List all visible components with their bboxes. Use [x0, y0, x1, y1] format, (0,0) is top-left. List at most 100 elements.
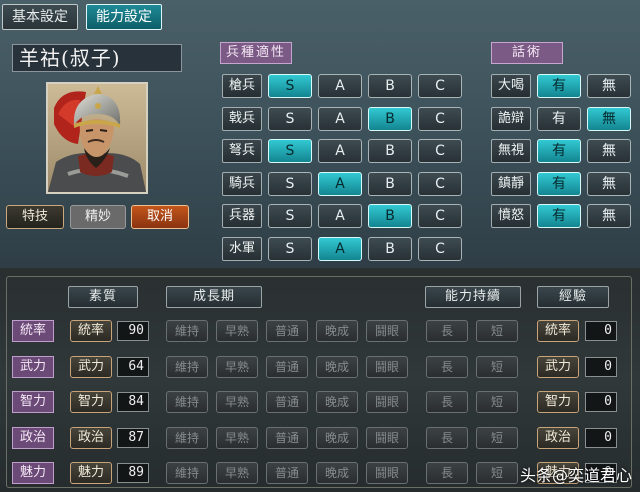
troop-0-grade-s[interactable]: S: [268, 74, 312, 98]
troop-5-grade-s[interactable]: S: [268, 236, 312, 261]
officer-portrait-image: [48, 84, 146, 192]
troop-1-grade-a[interactable]: A: [318, 106, 362, 131]
exp-button-1[interactable]: 武力: [537, 355, 579, 378]
troop-0-grade-c[interactable]: C: [418, 74, 462, 98]
troop-3-grade-c[interactable]: C: [418, 171, 462, 196]
stat-value-4[interactable]: 89: [117, 463, 149, 483]
cancel-button[interactable]: 取消: [131, 205, 189, 229]
stat-button-0[interactable]: 統率: [70, 320, 112, 342]
persist-4-1[interactable]: 短: [476, 462, 518, 484]
speech-2-yes[interactable]: 有: [537, 139, 581, 163]
troop-3-grade-a[interactable]: A: [318, 171, 362, 196]
persist-0-0[interactable]: 長: [426, 320, 468, 342]
speech-3-no[interactable]: 無: [587, 171, 631, 196]
troop-0-grade-b[interactable]: B: [368, 74, 412, 98]
persist-3-0[interactable]: 長: [426, 426, 468, 449]
growth-3-3[interactable]: 晚成: [316, 426, 358, 449]
troop-label-5: 水軍: [222, 236, 262, 261]
exp-value-3[interactable]: 0: [585, 427, 617, 448]
exp-button-2[interactable]: 智力: [537, 391, 579, 413]
growth-4-2[interactable]: 普通: [266, 462, 308, 484]
stat-button-1[interactable]: 武力: [70, 355, 112, 378]
troop-label-3: 騎兵: [222, 171, 262, 196]
persist-4-0[interactable]: 長: [426, 462, 468, 484]
stat-value-2[interactable]: 84: [117, 392, 149, 412]
stat-value-3[interactable]: 87: [117, 427, 149, 448]
growth-0-4[interactable]: 鬪眼: [366, 320, 408, 342]
ability-persist-header: 能力持續: [425, 286, 521, 308]
special-skill-button[interactable]: 特技: [6, 205, 64, 229]
troop-4-grade-c[interactable]: C: [418, 204, 462, 228]
persist-2-1[interactable]: 短: [476, 391, 518, 413]
stat-button-4[interactable]: 魅力: [70, 462, 112, 484]
troop-3-grade-b[interactable]: B: [368, 171, 412, 196]
troop-label-1: 戟兵: [222, 106, 262, 131]
troop-5-grade-c[interactable]: C: [418, 236, 462, 261]
troop-5-grade-a[interactable]: A: [318, 236, 362, 261]
growth-1-1[interactable]: 早熟: [216, 355, 258, 378]
persist-0-1[interactable]: 短: [476, 320, 518, 342]
troop-4-grade-s[interactable]: S: [268, 204, 312, 228]
growth-4-1[interactable]: 早熟: [216, 462, 258, 484]
growth-2-1[interactable]: 早熟: [216, 391, 258, 413]
growth-3-0[interactable]: 維持: [166, 426, 208, 449]
exp-value-0[interactable]: 0: [585, 321, 617, 341]
growth-2-3[interactable]: 晚成: [316, 391, 358, 413]
speech-4-yes[interactable]: 有: [537, 204, 581, 228]
growth-0-1[interactable]: 早熟: [216, 320, 258, 342]
persist-1-0[interactable]: 長: [426, 355, 468, 378]
troop-2-grade-a[interactable]: A: [318, 139, 362, 163]
exp-button-3[interactable]: 政治: [537, 426, 579, 449]
speech-0-yes[interactable]: 有: [537, 74, 581, 98]
stat-label-3: 政治: [12, 426, 54, 449]
growth-3-1[interactable]: 早熟: [216, 426, 258, 449]
growth-4-3[interactable]: 晚成: [316, 462, 358, 484]
speech-1-yes[interactable]: 有: [537, 106, 581, 131]
troop-1-grade-s[interactable]: S: [268, 106, 312, 131]
troop-4-grade-b[interactable]: B: [368, 204, 412, 228]
growth-2-4[interactable]: 鬪眼: [366, 391, 408, 413]
stat-value-0[interactable]: 90: [117, 321, 149, 341]
watermark-text: 头条@奕道君心: [519, 466, 632, 485]
troop-2-grade-b[interactable]: B: [368, 139, 412, 163]
exp-value-2[interactable]: 0: [585, 392, 617, 412]
persist-2-0[interactable]: 長: [426, 391, 468, 413]
tab-basic-settings[interactable]: 基本設定: [2, 4, 78, 30]
growth-1-3[interactable]: 晚成: [316, 355, 358, 378]
speech-0-no[interactable]: 無: [587, 74, 631, 98]
growth-1-2[interactable]: 普通: [266, 355, 308, 378]
persist-3-1[interactable]: 短: [476, 426, 518, 449]
troop-2-grade-c[interactable]: C: [418, 139, 462, 163]
speech-3-yes[interactable]: 有: [537, 171, 581, 196]
exp-value-1[interactable]: 0: [585, 356, 617, 377]
troop-1-grade-b[interactable]: B: [368, 106, 412, 131]
troop-5-grade-b[interactable]: B: [368, 236, 412, 261]
growth-4-0[interactable]: 維持: [166, 462, 208, 484]
growth-4-4[interactable]: 鬪眼: [366, 462, 408, 484]
troop-4-grade-a[interactable]: A: [318, 204, 362, 228]
skill-name-field[interactable]: 精妙: [70, 205, 126, 229]
speech-2-no[interactable]: 無: [587, 139, 631, 163]
troop-0-grade-a[interactable]: A: [318, 74, 362, 98]
troop-3-grade-s[interactable]: S: [268, 171, 312, 196]
speech-1-no[interactable]: 無: [587, 106, 631, 131]
exp-button-0[interactable]: 統率: [537, 320, 579, 342]
stat-value-1[interactable]: 64: [117, 356, 149, 377]
growth-1-4[interactable]: 鬪眼: [366, 355, 408, 378]
growth-0-2[interactable]: 普通: [266, 320, 308, 342]
stat-button-2[interactable]: 智力: [70, 391, 112, 413]
growth-3-4[interactable]: 鬪眼: [366, 426, 408, 449]
persist-1-1[interactable]: 短: [476, 355, 518, 378]
growth-3-2[interactable]: 普通: [266, 426, 308, 449]
troop-1-grade-c[interactable]: C: [418, 106, 462, 131]
tab-ability-settings[interactable]: 能力設定: [86, 4, 162, 30]
stat-button-3[interactable]: 政治: [70, 426, 112, 449]
speech-4-no[interactable]: 無: [587, 204, 631, 228]
growth-0-0[interactable]: 維持: [166, 320, 208, 342]
growth-0-3[interactable]: 晚成: [316, 320, 358, 342]
growth-2-0[interactable]: 維持: [166, 391, 208, 413]
growth-1-0[interactable]: 維持: [166, 355, 208, 378]
troop-2-grade-s[interactable]: S: [268, 139, 312, 163]
growth-2-2[interactable]: 普通: [266, 391, 308, 413]
growth-period-header: 成長期: [166, 286, 262, 308]
